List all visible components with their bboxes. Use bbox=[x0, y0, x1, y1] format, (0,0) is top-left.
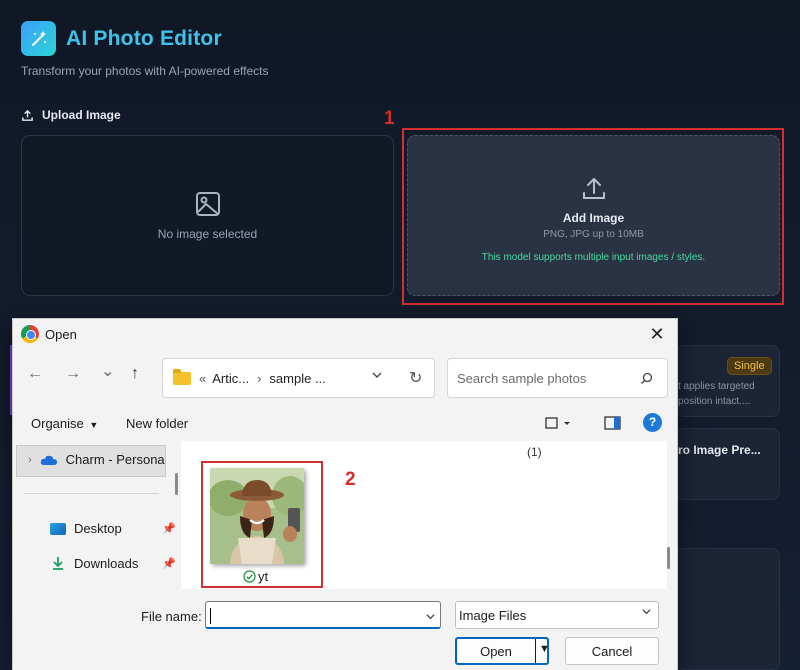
up-arrow-icon[interactable]: ↑ bbox=[131, 365, 139, 383]
caret-down-icon: ▼ bbox=[89, 420, 99, 430]
sidebar-item-label: Desktop bbox=[74, 521, 122, 536]
no-image-text: No image selected bbox=[157, 226, 258, 241]
group-count: (1) bbox=[527, 445, 542, 459]
breadcrumb-separator: › bbox=[257, 370, 262, 386]
single-badge: Single bbox=[727, 357, 772, 375]
text-caret bbox=[210, 608, 211, 624]
forward-arrow-icon[interactable]: → bbox=[65, 365, 81, 383]
chrome-icon bbox=[21, 325, 39, 343]
address-bar[interactable]: « Artic... › sample ... ↻ bbox=[162, 358, 435, 398]
file-name-field-label: File name: bbox=[141, 609, 202, 624]
split-divider bbox=[535, 639, 536, 663]
expand-chevron-icon: › bbox=[28, 453, 32, 466]
organise-menu[interactable]: Organise ▼ bbox=[31, 416, 98, 431]
breadcrumb-item[interactable]: sample ... bbox=[269, 371, 325, 386]
image-placeholder-icon bbox=[195, 191, 220, 216]
refresh-icon[interactable]: ↻ bbox=[409, 368, 422, 388]
organise-label: Organise bbox=[31, 416, 84, 431]
back-arrow-icon[interactable]: ← bbox=[27, 365, 43, 383]
chevron-down-icon bbox=[641, 606, 652, 620]
card-desc-line2: position intact.... bbox=[678, 396, 751, 407]
navigation-pane: › Charm - Persona Desktop 📌 Downloads 📌 bbox=[16, 441, 182, 589]
dialog-title: Open bbox=[45, 327, 77, 342]
sidebar-item-desktop[interactable]: Desktop 📌 bbox=[50, 521, 176, 536]
chevron-down-icon[interactable] bbox=[371, 369, 383, 384]
help-icon[interactable]: ? bbox=[643, 413, 662, 432]
breadcrumb-item[interactable]: Artic... bbox=[212, 371, 249, 386]
open-button-label: Open bbox=[480, 644, 512, 659]
app-subtitle: Transform your photos with AI-powered ef… bbox=[21, 64, 269, 78]
step-1-label: 1 bbox=[384, 108, 395, 129]
pin-icon[interactable]: 📌 bbox=[162, 557, 176, 570]
step-2-label: 2 bbox=[345, 469, 356, 490]
search-placeholder: Search sample photos bbox=[457, 370, 587, 386]
upload-icon bbox=[22, 109, 33, 121]
file-list-scrollbar[interactable] bbox=[667, 547, 670, 569]
search-input[interactable]: Search sample photos bbox=[447, 358, 668, 398]
sidebar-item-onedrive-row[interactable]: › Charm - Persona bbox=[28, 452, 165, 467]
sidebar-item-downloads[interactable]: Downloads 📌 bbox=[50, 555, 176, 571]
open-button[interactable]: Open ▼ bbox=[455, 637, 550, 665]
magic-wand-icon bbox=[21, 21, 56, 56]
file-type-select[interactable]: Image Files bbox=[455, 601, 659, 629]
new-folder-button[interactable]: New folder bbox=[126, 416, 188, 431]
step-2-highlight bbox=[201, 461, 323, 588]
model-card[interactable] bbox=[676, 548, 780, 670]
recent-locations-chevron-icon[interactable]: ⌄ bbox=[101, 361, 114, 381]
add-image-dropzone[interactable]: Add Image PNG, JPG up to 10MB This model… bbox=[407, 135, 780, 296]
breadcrumb-prefix: « bbox=[199, 370, 207, 386]
sidebar-item-label: Downloads bbox=[74, 555, 139, 571]
caret-down-icon[interactable]: ▼ bbox=[539, 643, 550, 655]
add-image-label: Add Image bbox=[562, 211, 625, 225]
cloud-icon bbox=[40, 455, 57, 465]
image-preview: No image selected bbox=[21, 135, 394, 296]
model-card[interactable] bbox=[676, 428, 780, 500]
upload-heading: Upload Image bbox=[21, 108, 121, 122]
cancel-button[interactable]: Cancel bbox=[565, 637, 659, 665]
view-mode-icon[interactable] bbox=[545, 417, 571, 434]
dialog-titlebar: Open ✕ bbox=[13, 319, 677, 349]
download-icon bbox=[53, 557, 63, 570]
add-image-hint: PNG, JPG up to 10MB bbox=[543, 229, 644, 240]
upload-heading-label: Upload Image bbox=[42, 108, 121, 122]
preview-pane-icon[interactable] bbox=[604, 416, 621, 433]
sidebar-scrollbar[interactable] bbox=[175, 473, 178, 495]
file-list: (1) yt 2 bbox=[181, 441, 667, 589]
folder-icon bbox=[173, 368, 191, 385]
sidebar-item-label: Charm - Persona bbox=[65, 452, 165, 467]
app-window: AI Photo Editor Transform your photos wi… bbox=[0, 0, 800, 670]
dialog-footer: File name: Image Files Open ▼ Cancel bbox=[13, 591, 677, 670]
sidebar-divider bbox=[24, 493, 159, 494]
dialog-toolbar: Organise ▼ New folder ? bbox=[13, 407, 677, 439]
file-name-input[interactable] bbox=[205, 601, 441, 629]
open-file-dialog: Open ✕ ← → ⌄ ↑ « Artic... › sample ... ↻… bbox=[12, 318, 678, 670]
close-icon[interactable]: ✕ bbox=[645, 323, 669, 345]
chevron-down-icon[interactable] bbox=[425, 609, 436, 627]
card-desc-line1: t applies targeted bbox=[678, 381, 755, 392]
search-icon bbox=[641, 372, 653, 384]
card-title: ro Image Pre... bbox=[678, 443, 761, 457]
app-title: AI Photo Editor bbox=[66, 27, 222, 50]
desktop-icon bbox=[50, 522, 66, 535]
navigation-bar: ← → ⌄ ↑ « Artic... › sample ... ↻ Search… bbox=[13, 351, 677, 401]
file-type-value: Image Files bbox=[459, 608, 527, 623]
pin-icon[interactable]: 📌 bbox=[162, 522, 176, 535]
upload-icon bbox=[582, 178, 605, 199]
multi-image-support-text: This model supports multiple input image… bbox=[481, 252, 706, 263]
